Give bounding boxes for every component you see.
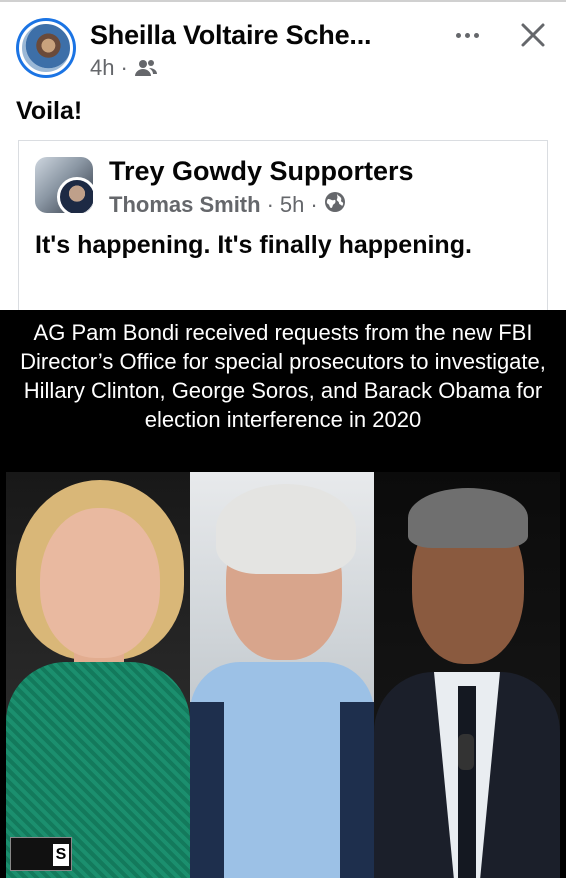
shared-post-card[interactable]: Trey Gowdy Supporters Thomas Smith · 5h … xyxy=(18,140,548,310)
post-meta: 4h · xyxy=(90,55,158,81)
image-headline: AG Pam Bondi received requests from the … xyxy=(20,320,546,432)
meta-separator: · xyxy=(266,192,274,217)
shared-post-meta: Thomas Smith · 5h · xyxy=(109,191,346,219)
shared-post-time[interactable]: 5h xyxy=(280,192,304,218)
author-avatar xyxy=(57,177,93,213)
meta-separator-2: · xyxy=(310,192,318,217)
friends-icon[interactable] xyxy=(134,58,158,78)
shared-post-author[interactable]: Thomas Smith xyxy=(109,192,261,218)
close-icon[interactable] xyxy=(518,20,548,50)
photo-middle xyxy=(190,472,374,878)
photo-left xyxy=(6,472,190,878)
poster-avatar-image xyxy=(19,21,73,75)
group-name[interactable]: Trey Gowdy Supporters xyxy=(109,155,414,187)
post-time[interactable]: 4h xyxy=(90,55,114,81)
photo-right xyxy=(374,472,560,878)
group-avatar[interactable] xyxy=(35,157,93,213)
watermark-logo: S xyxy=(10,837,72,871)
poster-name[interactable]: Sheilla Voltaire Sche... xyxy=(90,18,372,52)
more-options-icon[interactable] xyxy=(452,28,482,42)
top-divider xyxy=(0,0,566,2)
poster-avatar[interactable] xyxy=(16,18,76,78)
shared-post-text: It's happening. It's finally happening. xyxy=(35,231,472,259)
globe-icon xyxy=(324,191,346,219)
post-image[interactable]: AG Pam Bondi received requests from the … xyxy=(0,310,566,878)
meta-separator: · xyxy=(120,55,128,80)
post-text: Voila! xyxy=(16,97,83,125)
